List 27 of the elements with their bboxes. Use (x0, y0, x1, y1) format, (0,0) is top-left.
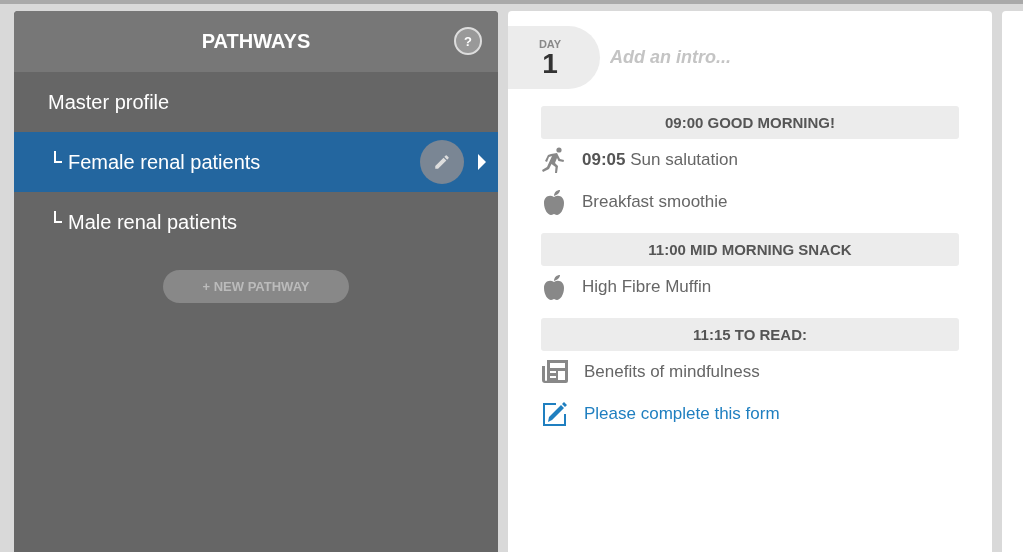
apple-icon (542, 274, 566, 300)
tree-connector-icon (54, 211, 62, 223)
entry-text: Breakfast smoothie (582, 192, 728, 212)
pathway-item[interactable]: Female renal patients (14, 132, 498, 192)
day-label: DAY (538, 37, 562, 50)
caret-icon (478, 154, 486, 170)
panel-title: PATHWAYS (201, 30, 311, 53)
pathway-label: Male renal patients (68, 210, 237, 234)
pathway-label: Master profile (48, 90, 170, 114)
pathway-item[interactable]: Master profile (14, 72, 498, 132)
pencil-icon (433, 153, 451, 171)
running-figure-icon (542, 147, 566, 173)
edit-form-icon (542, 401, 568, 427)
entry-text: 09:05 Sun salutation (582, 150, 738, 170)
newspaper-icon (542, 360, 568, 384)
pathway-label: Female renal patients (68, 150, 261, 174)
tree-connector-icon (54, 151, 62, 163)
section-heading: 09:00 GOOD MORNING! (541, 106, 959, 139)
pathway-item[interactable]: Male renal patients (14, 192, 498, 252)
form-link[interactable]: Please complete this form (584, 404, 780, 424)
section-heading: 11:00 MID MORNING SNACK (541, 233, 959, 266)
entry-text: Benefits of mindfulness (584, 362, 760, 382)
edit-button[interactable] (420, 140, 464, 184)
apple-icon (542, 189, 566, 215)
section-heading: 11:15 TO READ: (541, 318, 959, 351)
entry-text: High Fibre Muffin (582, 277, 712, 297)
day-number: 1 (542, 49, 558, 78)
